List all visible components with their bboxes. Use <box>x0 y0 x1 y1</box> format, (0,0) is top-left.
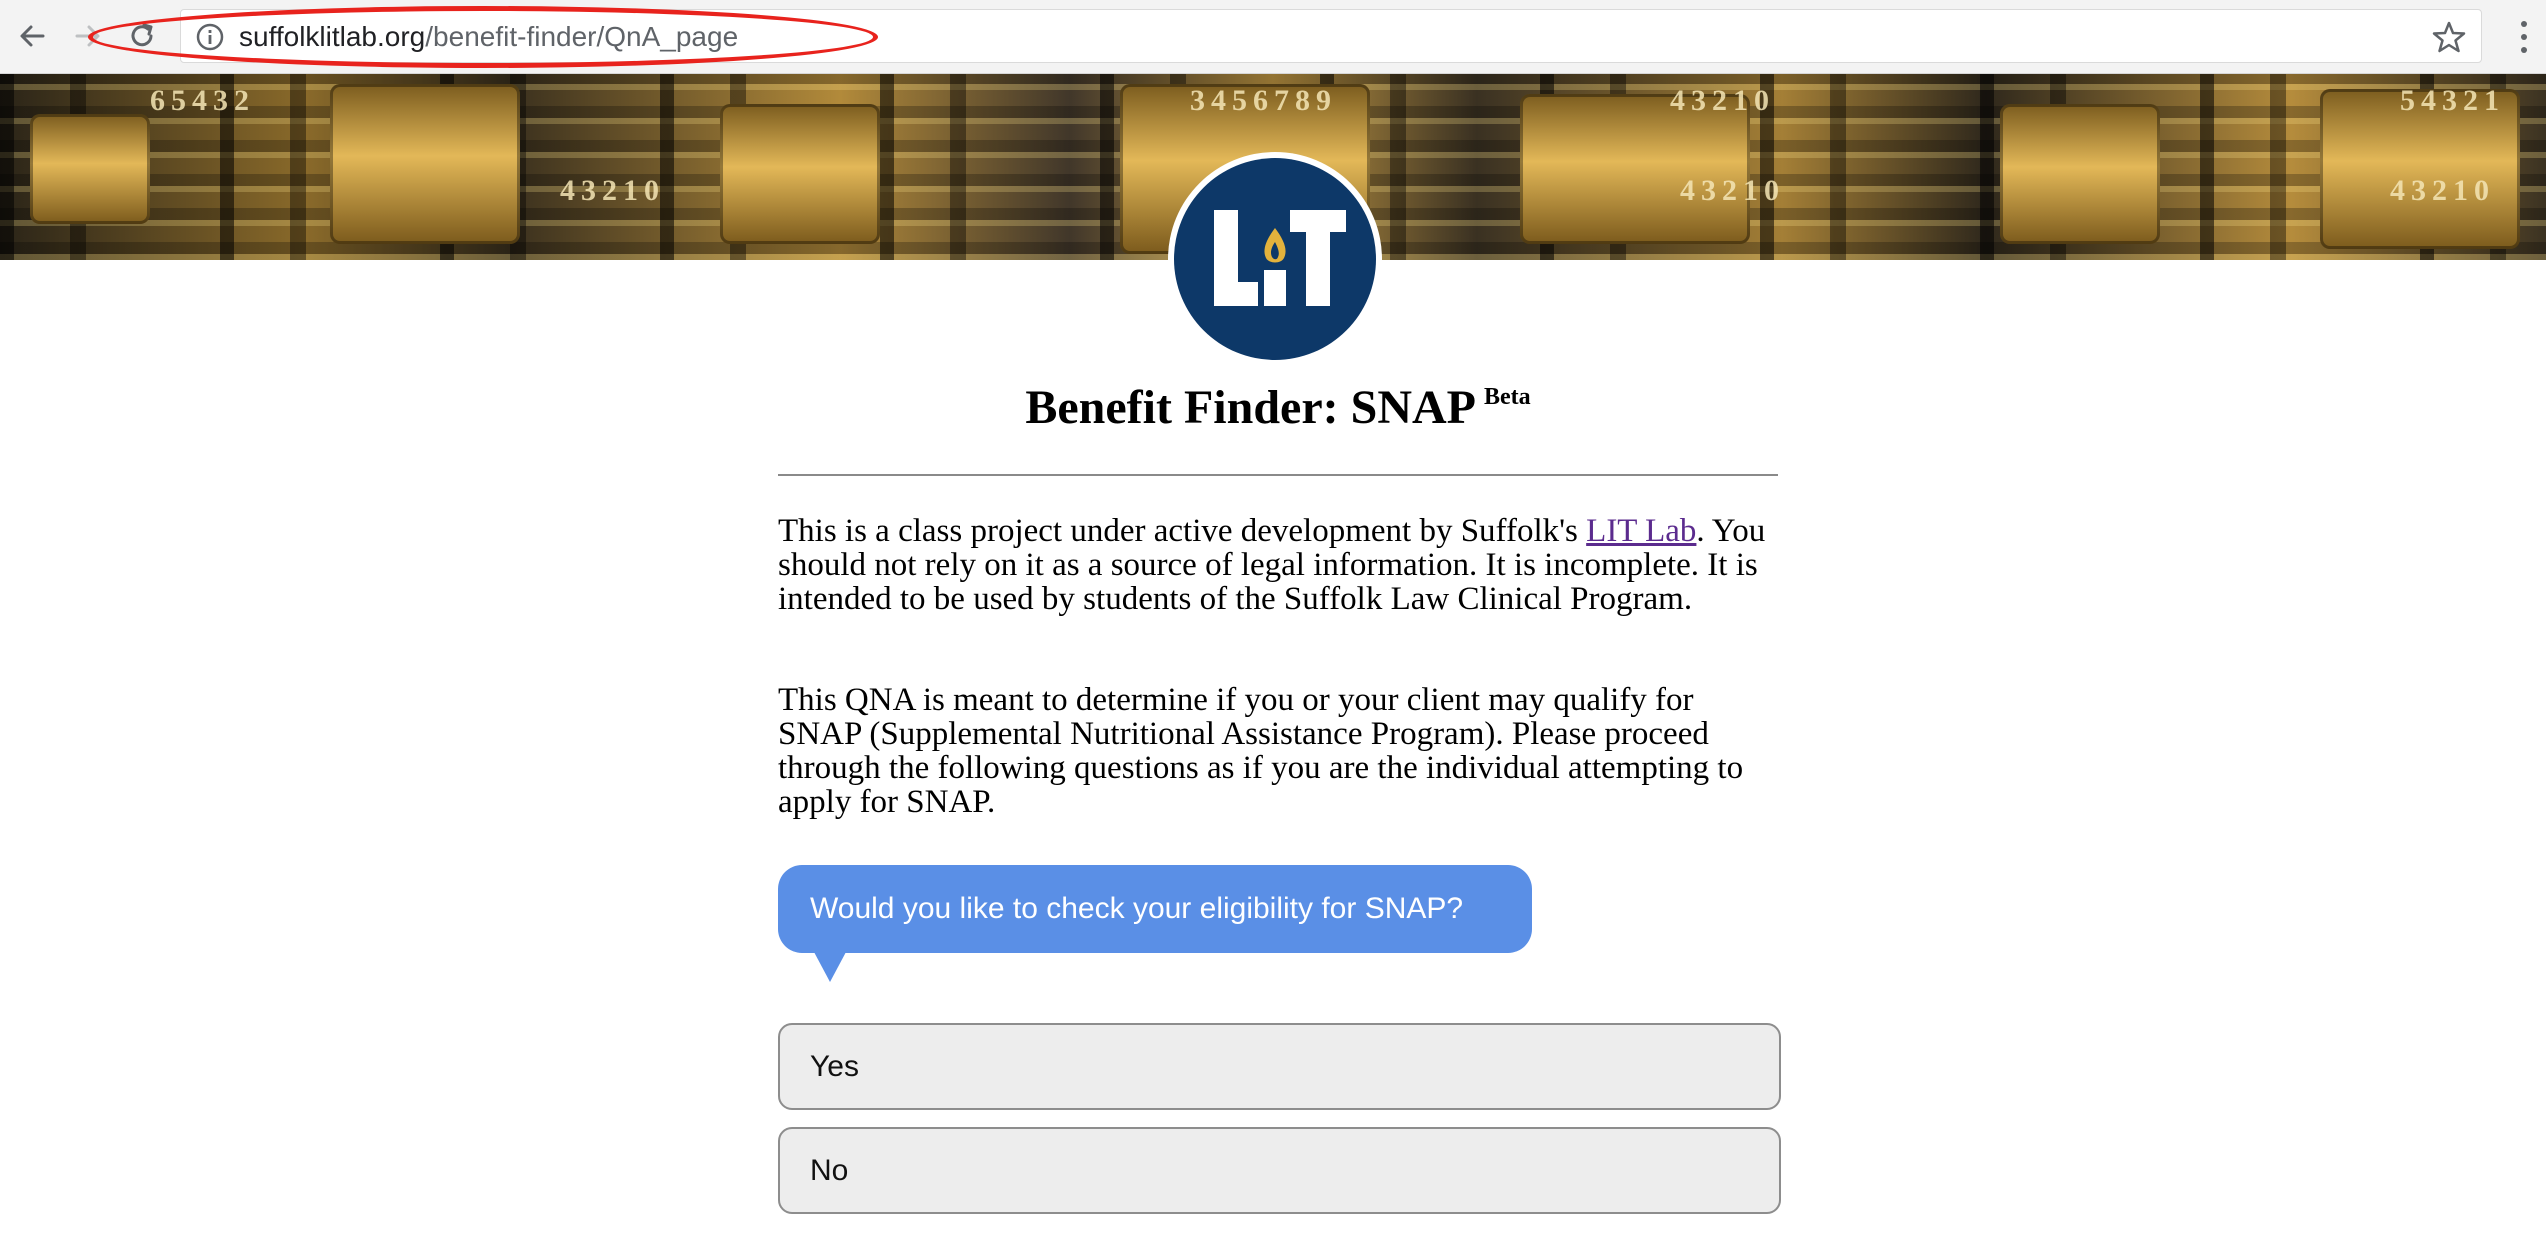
banner-digits: 3456789 <box>1190 84 1337 117</box>
question-bubble-tail <box>814 952 846 982</box>
banner-digits: 54321 <box>2400 84 2505 117</box>
back-button[interactable] <box>10 14 54 58</box>
banner-digits: 65432 <box>150 84 255 117</box>
title-divider <box>778 474 1778 476</box>
banner-digits: 43210 <box>1680 174 1785 207</box>
browser-menu-icon[interactable] <box>2512 16 2536 60</box>
logo-lit-letters-icon <box>1214 210 1346 306</box>
lit-lab-link[interactable]: LIT Lab <box>1586 513 1696 549</box>
back-arrow-icon <box>20 25 45 47</box>
intro-text-start: This is a class project under active dev… <box>778 513 1587 549</box>
banner-gear <box>330 84 520 244</box>
banner-digits: 43210 <box>560 174 665 207</box>
logo-badge <box>1174 158 1376 360</box>
lit-lab-logo <box>1168 152 1382 366</box>
answer-no-button[interactable]: No <box>778 1127 1781 1214</box>
banner-gear <box>720 104 880 244</box>
page-header: Benefit Finder: SNAP Beta <box>778 380 1778 435</box>
bookmark-star-icon[interactable] <box>2431 19 2467 55</box>
banner-digits: 43210 <box>2390 174 2495 207</box>
intro-paragraph: This is a class project under active dev… <box>778 514 1778 616</box>
url-annotation-ellipse <box>88 6 878 68</box>
banner-gear <box>30 114 150 224</box>
banner-digits: 43210 <box>1670 84 1775 117</box>
answer-yes-button[interactable]: Yes <box>778 1023 1781 1110</box>
beta-badge: Beta <box>1483 384 1531 410</box>
question-bubble: Would you like to check your eligibility… <box>778 865 1532 953</box>
description-paragraph: This QNA is meant to determine if you or… <box>778 682 1744 820</box>
browser-toolbar: suffolklitlab.org/benefit-finder/QnA_pag… <box>0 0 2546 74</box>
page-title: Benefit Finder: SNAP <box>1025 381 1476 434</box>
banner-gear <box>2000 104 2160 244</box>
